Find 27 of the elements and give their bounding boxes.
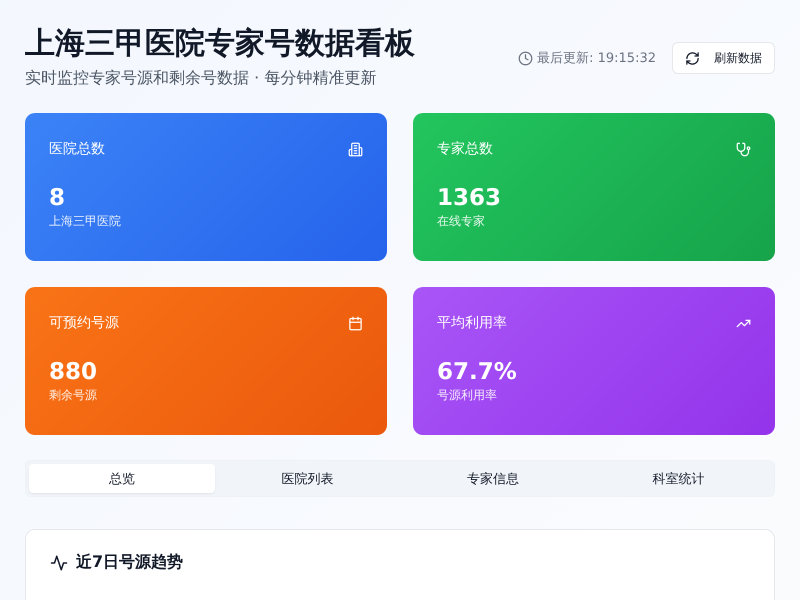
stat-value: 880: [49, 358, 98, 387]
page-subtitle: 实时监控专家号源和剩余号数据 · 每分钟精准更新: [25, 68, 378, 89]
page-title: 上海三甲医院专家号数据看板: [25, 25, 415, 63]
tab[interactable]: 科室统计: [586, 464, 771, 493]
building-icon: [348, 142, 363, 156]
clock-icon: [518, 50, 534, 66]
panel-title: 近7日号源趋势: [76, 552, 184, 573]
stat-caption: 剩余号源: [49, 387, 98, 404]
stat-label: 医院总数: [49, 140, 105, 158]
tab[interactable]: 专家信息: [400, 464, 586, 493]
tab[interactable]: 医院列表: [214, 464, 400, 493]
stat-label: 平均利用率: [437, 314, 507, 332]
stat-label: 可预约号源: [49, 314, 119, 332]
tab[interactable]: 总览: [29, 464, 214, 493]
stat-value: 8: [49, 184, 66, 213]
refresh-button[interactable]: 刷新数据: [672, 42, 775, 74]
calendar-icon: [348, 316, 363, 330]
stat-value: 1363: [437, 184, 502, 213]
stat-caption: 在线专家: [437, 213, 486, 230]
stat-label: 专家总数: [437, 140, 493, 158]
stethoscope-icon: [736, 142, 751, 156]
stat-caption: 号源利用率: [437, 387, 498, 404]
activity-icon: [50, 554, 68, 572]
refresh-icon: [685, 50, 700, 66]
stat-value: 67.7%: [437, 358, 518, 387]
last-updated-text: 最后更新: 19:15:32: [537, 50, 656, 67]
stat-caption: 上海三甲医院: [49, 213, 122, 230]
